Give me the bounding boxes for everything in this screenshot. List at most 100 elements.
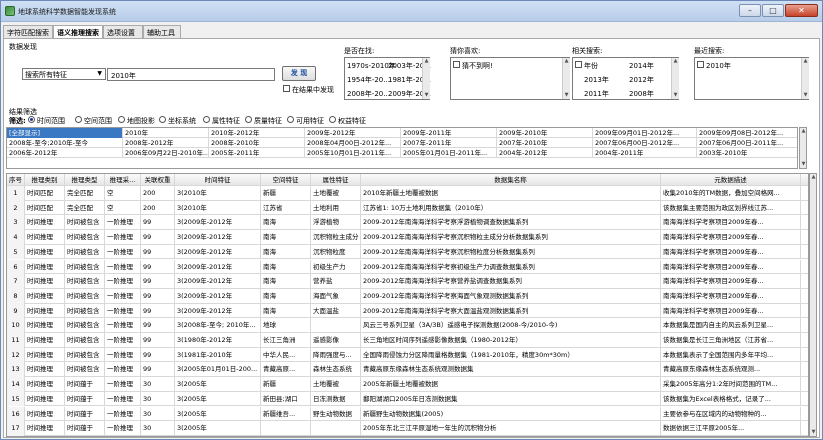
scroll-down-icon[interactable]: ▼ [672, 92, 679, 99]
recent-checkbox[interactable] [697, 61, 704, 68]
table-row[interactable]: 12 时间推理 时间被包含 一阶推理 99 3(1981年-2010年 中华人民... 降雨强… [7, 347, 808, 363]
filter-radio-projection[interactable] [118, 116, 125, 123]
range-scrollbar[interactable]: ▲ ▼ [799, 127, 807, 169]
minimize-button[interactable]: – [739, 4, 761, 17]
column-header[interactable]: 数据集名称 [361, 174, 661, 186]
scroll-up-icon[interactable]: ▲ [810, 174, 817, 181]
close-button[interactable]: ✕ [785, 4, 818, 17]
table-row[interactable]: 4 时间推理 时间被包含 一阶推理 99 3(2009年-2012年 南海 沉积物粒主成分 20… [7, 230, 808, 245]
title-bar[interactable]: 地球系统科学数据智能发现系统 – □ ✕ [1, 1, 822, 22]
list-item[interactable]: 2012年 [629, 75, 654, 85]
range-cell[interactable]: 2009年-2010年 [497, 128, 593, 138]
range-cell[interactable]: 2005年01月01日-2011年... [401, 148, 497, 158]
table-row[interactable]: 1 时间匹配 完全匹配空 200 3(2010年 新疆 土地覆被 2010年新疆土地覆被数据收… [7, 186, 808, 201]
table-row[interactable]: 17 时间推理 时间蕴于 一阶推理 30 3(2005年 2005年东北三江平原湿地一年生的… [7, 421, 808, 436]
range-cell[interactable]: 2008年-2012年 [123, 138, 209, 148]
range-cell[interactable]: 2007年06月00日-2012年... [593, 138, 697, 148]
search-type-select[interactable]: 搜索所有特征 ▼ [22, 68, 106, 80]
table-scrollbar[interactable]: ▲ ▼ [809, 173, 817, 437]
scroll-down-icon[interactable]: ▼ [802, 92, 809, 99]
in-results-checkbox[interactable] [283, 85, 290, 92]
you-like-checkbox[interactable] [453, 61, 460, 68]
table-row[interactable]: 9 时间推理 时间被包含 一阶推理 99 3(2009年-2012年 南海 大面温盐 2009-… [7, 303, 808, 319]
table-row[interactable]: 10 时间推理 时间被包含 一阶推理 99 3(2008年-至今; 2010年... 地球 风… [7, 318, 808, 333]
range-cell[interactable]: 2005年-2011年 [209, 148, 305, 158]
table-row[interactable]: 14 时间推理 时间蕴于 一阶推理 30 3(2005年 新疆 土地覆被 2005年新疆土地覆被… [7, 377, 808, 392]
list-scrollbar[interactable]: ▲ ▼ [671, 58, 679, 99]
table-row[interactable]: 7 时间推理 时间被包含 一阶推理 99 3(2009年-2012年 南海 营养盐 2009-2… [7, 274, 808, 289]
filter-radio-attr[interactable] [203, 116, 210, 123]
range-cell[interactable]: 2004年-2011年 [593, 148, 697, 158]
list-item[interactable]: 2013年 [584, 75, 609, 85]
tab-tools[interactable]: 辅助工具 [143, 25, 181, 38]
table-row[interactable]: 11 时间推理 时间被包含 一阶推理 99 3(1980年-2012年 长江三角洲 遥感影像长… [7, 333, 808, 348]
list-item[interactable]: 猜不到啊! [462, 61, 493, 71]
tab-string-match[interactable]: 字符匹配搜索 [3, 25, 53, 38]
range-cell[interactable]: 2004年-2012年 [497, 148, 593, 158]
range-cell[interactable]: 2006年-2012年 [7, 148, 123, 158]
table-row[interactable]: 15 时间推理 时间蕴于 一阶推理 30 3(2005年 新田县;湖口 日冻测数据 鄱阳湖湖口2… [7, 391, 808, 407]
range-cell[interactable]: 2009年-2011年 [401, 128, 497, 138]
column-header[interactable]: 时间特征 [175, 174, 261, 186]
table-row[interactable]: 2 时间匹配 完全匹配空 200 3(2010年 江苏省 土地利用 江苏省1: 10万土地利用… [7, 200, 808, 216]
list-item[interactable]: 2014年 [629, 61, 654, 71]
table-row[interactable]: 6 时间推理 时间被包含 一阶推理 99 3(2009年-2012年 南海 初级生产力 2009… [7, 259, 808, 275]
list-item[interactable]: 2010年 [706, 61, 731, 71]
range-cell[interactable]: 2010年 [123, 128, 209, 138]
column-header[interactable]: 元数据描述 [661, 174, 801, 186]
list-scrollbar[interactable]: ▲ ▼ [422, 58, 430, 99]
column-header[interactable]: 推理类别 [25, 174, 65, 186]
range-cell[interactable]: 2010年-2012年 [209, 128, 305, 138]
range-cell[interactable]: 2007年06月00日-2011年... [697, 138, 797, 148]
range-cell[interactable]: 2007年-2011年 [401, 138, 497, 148]
table-row[interactable]: 16 时间推理 时间蕴于 一阶推理 30 3(2005年 新疆维吾... 野生动物数据 新疆野生… [7, 406, 808, 422]
column-header[interactable]: 推理采... [105, 174, 141, 186]
list-item[interactable]: 2008年 [629, 89, 654, 99]
table-row[interactable]: 5 时间推理 时间被包含 一阶推理 99 3(2009年-2012年 南海 沉积物粒度 2009… [7, 244, 808, 260]
filter-radio-coords[interactable] [159, 116, 166, 123]
filter-radio-space[interactable] [75, 116, 82, 123]
scroll-up-icon[interactable]: ▲ [423, 58, 430, 65]
range-cell[interactable]: 2008年04月00日-2012年... [305, 138, 401, 148]
column-header[interactable]: 关联权重 [141, 174, 175, 186]
list-item[interactable]: 1954年-20... [347, 75, 390, 85]
table-row[interactable]: 13 时间推理 时间被包含 一阶推理 99 3(2005年01月01日-200... 青藏高… [7, 362, 808, 378]
list-item[interactable]: 2011年 [584, 89, 609, 99]
range-cell[interactable]: 2008年-2010年 [209, 138, 305, 148]
column-header[interactable]: 序号 [7, 174, 25, 186]
range-cell[interactable]: 2009年09月01日-2012年... [593, 128, 697, 138]
scroll-down-icon[interactable]: ▼ [563, 92, 570, 99]
list-scrollbar[interactable]: ▲ ▼ [801, 58, 809, 99]
list-scrollbar[interactable]: ▲ ▼ [562, 58, 570, 99]
range-cell[interactable]: 2007年-2010年 [497, 138, 593, 148]
list-item[interactable]: 年份 [584, 61, 598, 71]
filter-radio-usable[interactable] [287, 116, 294, 123]
scroll-up-icon[interactable]: ▲ [802, 58, 809, 65]
table-row[interactable]: 3 时间推理 时间被包含 一阶推理 99 3(2009年-2012年 南海 浮游植物 2009-… [7, 215, 808, 231]
range-cell[interactable]: 2009年-2012年 [305, 128, 401, 138]
tab-options[interactable]: 选项设置 [103, 25, 143, 38]
scroll-up-icon[interactable]: ▲ [800, 128, 807, 135]
range-cell[interactable]: 2006年09月22日-2010年... [123, 148, 209, 158]
maximize-button[interactable]: □ [762, 4, 784, 17]
range-cell[interactable]: 2005年10月01日-2011年... [305, 148, 401, 158]
scroll-up-icon[interactable]: ▲ [672, 58, 679, 65]
list-item[interactable]: 2008年-20... [347, 89, 390, 99]
column-header[interactable]: 空间特征 [261, 174, 311, 186]
filter-radio-rights[interactable] [329, 116, 336, 123]
range-cell-all[interactable]: [全部显示] [7, 128, 123, 138]
scroll-down-icon[interactable]: ▼ [423, 92, 430, 99]
column-header[interactable]: 属性特征 [311, 174, 361, 186]
scroll-down-icon[interactable]: ▼ [810, 429, 817, 436]
tab-semantic-search[interactable]: 语义推理搜索 [53, 25, 103, 39]
range-cell[interactable]: 2008年-至今;2010年-至今 [7, 138, 123, 148]
column-header[interactable]: 推理类型 [65, 174, 105, 186]
range-cell[interactable]: 2003年-2010年 [697, 148, 797, 158]
range-cell[interactable]: 2009年09月08日-2012年... [697, 128, 797, 138]
filter-radio-time[interactable] [28, 116, 35, 123]
scroll-down-icon[interactable]: ▼ [800, 161, 807, 168]
search-input[interactable]: 2010年 [107, 68, 275, 81]
filter-radio-quality[interactable] [245, 116, 252, 123]
scroll-up-icon[interactable]: ▲ [563, 58, 570, 65]
table-row[interactable]: 8 时间推理 时间被包含 一阶推理 99 3(2009年-2012年 南海 海面气象 2009-… [7, 288, 808, 304]
